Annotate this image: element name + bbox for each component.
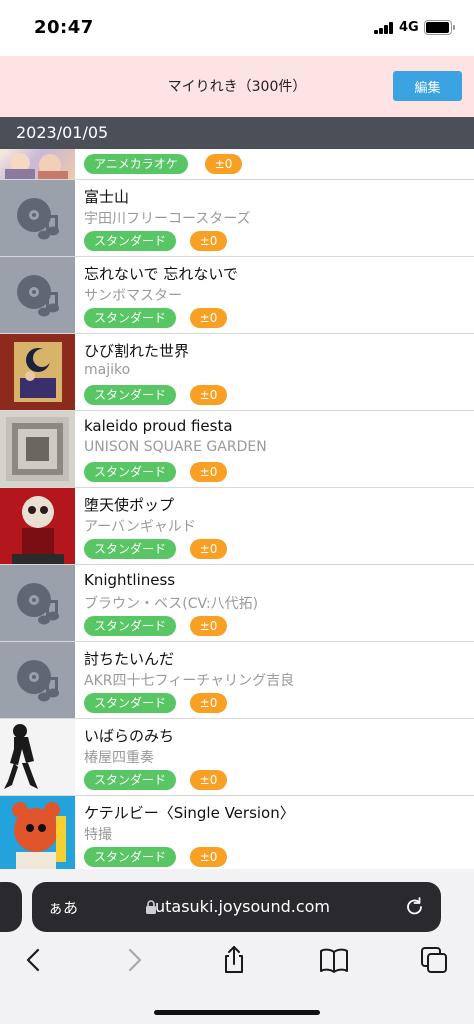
back-icon[interactable] <box>18 944 50 976</box>
song-title: kaleido proud fiesta <box>84 417 233 435</box>
song-title: 討ちたいんだ <box>84 650 175 668</box>
list-item[interactable]: ひび割れた世界 majiko スタンダード ±0 <box>0 334 474 411</box>
album-art <box>0 796 75 869</box>
category-tag: スタンダード <box>84 462 177 482</box>
home-indicator <box>154 1010 320 1015</box>
key-badge: ±0 <box>190 770 227 790</box>
album-art <box>0 719 75 795</box>
list-item[interactable]: kaleido proud fiesta UNISON SQUARE GARDE… <box>0 411 474 488</box>
status-bar: 20:47 4G <box>0 0 474 56</box>
music-disc-icon <box>0 565 75 641</box>
list-item[interactable]: いばらのみち 椿屋四重奏 スタンダード ±0 <box>0 719 474 796</box>
list-item[interactable]: 堕天使ポップ アーバンギャルド スタンダード ±0 <box>0 488 474 565</box>
artist-name: 椿屋四重奏 <box>84 750 154 766</box>
category-tag: スタンダード <box>84 231 177 251</box>
battery-icon <box>424 20 455 35</box>
url-text: utasuki.joysound.com <box>154 897 330 916</box>
list-item[interactable]: ケテルビー〈Single Version〉 特撮 スタンダード ±0 <box>0 796 474 869</box>
song-title: 忘れないで 忘れないで <box>84 265 238 283</box>
browser-toolbar: ぁあ utasuki.joysound.com <box>0 869 474 1024</box>
category-tag: スタンダード <box>84 616 177 636</box>
signal-icon <box>374 22 396 34</box>
artist-name: アーバンギャルド <box>84 519 196 535</box>
artist-name: 特撮 <box>84 827 112 843</box>
album-art <box>0 334 75 410</box>
key-badge: ±0 <box>190 539 227 559</box>
song-title: Knightliness <box>84 571 176 589</box>
music-disc-icon <box>0 642 75 718</box>
artist-name: 宇田川フリーコースターズ <box>84 211 251 227</box>
list-item[interactable]: 富士山 宇田川フリーコースターズ スタンダード ±0 <box>0 180 474 257</box>
key-badge: ±0 <box>190 847 227 867</box>
artist-name: AKR四十七フィーチャリング吉良 <box>84 673 295 689</box>
bookmarks-icon[interactable] <box>318 944 350 976</box>
url-bar[interactable]: ぁあ utasuki.joysound.com <box>32 882 441 932</box>
artist-name: UNISON SQUARE GARDEN <box>84 439 267 455</box>
tabs-icon[interactable] <box>418 944 450 976</box>
category-tag: スタンダード <box>84 308 177 328</box>
edit-button[interactable]: 編集 <box>393 71 462 101</box>
list-item[interactable]: 忘れないで 忘れないで サンボマスター スタンダード ±0 <box>0 257 474 334</box>
status-time: 20:47 <box>34 17 94 38</box>
song-title: ケテルビー〈Single Version〉 <box>84 804 295 822</box>
previous-tab[interactable] <box>0 882 22 932</box>
album-art <box>0 411 75 487</box>
share-icon[interactable] <box>218 944 250 976</box>
key-badge: ±0 <box>190 385 227 405</box>
history-list: アニメカラオケ ±0 富士山 宇田川フリーコースターズ スタンダード ±0 忘れ… <box>0 149 474 869</box>
list-item[interactable]: Knightliness ブラウン・ベス(CV:八代拓) スタンダード ±0 <box>0 565 474 642</box>
page-header: マイりれき（300件） 編集 <box>0 56 474 117</box>
artist-name: ブラウン・ベス(CV:八代拓) <box>84 596 259 612</box>
song-title: ひび割れた世界 <box>84 342 190 360</box>
artist-name: サンボマスター <box>84 288 182 304</box>
reload-icon[interactable] <box>403 895 427 919</box>
list-item[interactable]: 討ちたいんだ AKR四十七フィーチャリング吉良 スタンダード ±0 <box>0 642 474 719</box>
category-tag: スタンダード <box>84 385 177 405</box>
song-title: 富士山 <box>84 188 130 206</box>
artist-name: majiko <box>84 362 131 378</box>
song-title: 堕天使ポップ <box>84 496 175 514</box>
category-tag: アニメカラオケ <box>84 154 188 174</box>
album-art <box>0 488 75 564</box>
song-title: いばらのみち <box>84 727 175 745</box>
key-badge: ±0 <box>190 462 227 482</box>
key-badge: ±0 <box>190 616 227 636</box>
key-badge: ±0 <box>190 231 227 251</box>
anime-thumbnail <box>0 149 75 179</box>
forward-icon[interactable] <box>118 944 150 976</box>
music-disc-icon <box>0 180 75 256</box>
category-tag: スタンダード <box>84 770 177 790</box>
list-item[interactable]: アニメカラオケ ±0 <box>0 149 474 180</box>
category-tag: スタンダード <box>84 693 177 713</box>
key-badge: ±0 <box>205 154 242 174</box>
date-header: 2023/01/05 <box>0 117 474 149</box>
music-disc-icon <box>0 257 75 333</box>
key-badge: ±0 <box>190 308 227 328</box>
key-badge: ±0 <box>190 693 227 713</box>
category-tag: スタンダード <box>84 539 177 559</box>
network-label: 4G <box>399 20 419 35</box>
category-tag: スタンダード <box>84 847 177 867</box>
